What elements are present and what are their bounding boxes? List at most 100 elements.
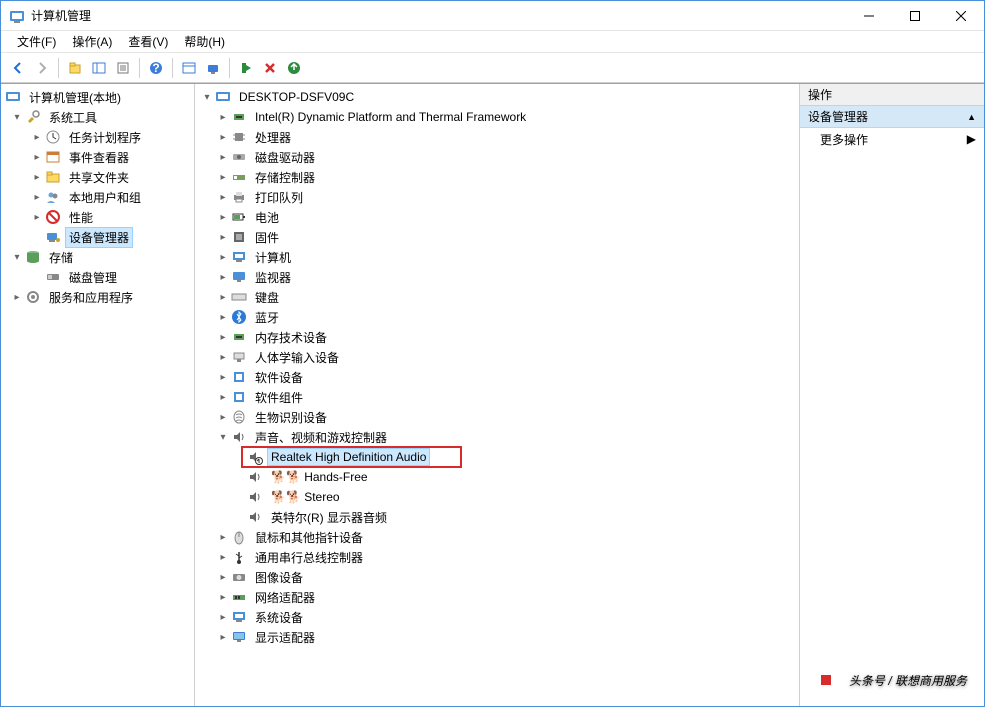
- properties-button[interactable]: [112, 57, 134, 79]
- usb-icon: [231, 549, 247, 565]
- device-disk-drives[interactable]: ▸磁盘驱动器: [195, 147, 799, 167]
- menu-action[interactable]: 操作(A): [64, 31, 120, 52]
- toolbar-btn-1[interactable]: [178, 57, 200, 79]
- show-hide-tree-button[interactable]: [88, 57, 110, 79]
- menu-help[interactable]: 帮助(H): [176, 31, 233, 52]
- device-realtek[interactable]: Realtek High Definition Audio: [195, 447, 799, 467]
- expand-icon[interactable]: ▸: [215, 269, 231, 285]
- device-system-dev[interactable]: ▸系统设备: [195, 607, 799, 627]
- expand-icon[interactable]: ▸: [215, 609, 231, 625]
- menu-file[interactable]: 文件(F): [9, 31, 64, 52]
- expand-icon[interactable]: ▸: [215, 369, 231, 385]
- collapse-icon[interactable]: ▾: [9, 249, 25, 265]
- help-button[interactable]: ?: [145, 57, 167, 79]
- expand-icon[interactable]: ▸: [29, 129, 45, 145]
- device-intel-display-audio[interactable]: 英特尔(R) 显示器音频: [195, 507, 799, 527]
- device-imaging[interactable]: ▸图像设备: [195, 567, 799, 587]
- perf-icon: [45, 209, 61, 225]
- collapse-icon[interactable]: ▾: [215, 429, 231, 445]
- expand-icon[interactable]: ▸: [215, 589, 231, 605]
- expand-icon[interactable]: ▸: [215, 409, 231, 425]
- expand-icon[interactable]: ▸: [215, 289, 231, 305]
- device-monitors[interactable]: ▸监视器: [195, 267, 799, 287]
- device-stereo[interactable]: 🐕🐕 Stereo: [195, 487, 799, 507]
- expand-icon[interactable]: ▸: [9, 289, 25, 305]
- expand-icon[interactable]: ▸: [215, 629, 231, 645]
- device-mice[interactable]: ▸鼠标和其他指针设备: [195, 527, 799, 547]
- device-tree-pane[interactable]: ▾ DESKTOP-DSFV09C ▸Intel(R) Dynamic Plat…: [195, 84, 800, 706]
- expand-icon[interactable]: ▸: [215, 209, 231, 225]
- device-intel-dpt[interactable]: ▸Intel(R) Dynamic Platform and Thermal F…: [195, 107, 799, 127]
- device-keyboards[interactable]: ▸键盘: [195, 287, 799, 307]
- tree-storage[interactable]: ▾ 存储: [1, 247, 194, 267]
- expand-icon[interactable]: ▸: [215, 109, 231, 125]
- device-storage-ctrl[interactable]: ▸存储控制器: [195, 167, 799, 187]
- device-processors[interactable]: ▸处理器: [195, 127, 799, 147]
- enable-button[interactable]: [235, 57, 257, 79]
- menu-view[interactable]: 查看(V): [120, 31, 176, 52]
- device-hands-free[interactable]: 🐕🐕 Hands-Free: [195, 467, 799, 487]
- expand-icon[interactable]: ▸: [29, 169, 45, 185]
- expand-icon[interactable]: ▸: [215, 249, 231, 265]
- expand-icon[interactable]: ▸: [29, 209, 45, 225]
- device-root[interactable]: ▾ DESKTOP-DSFV09C: [195, 87, 799, 107]
- scan-button[interactable]: [202, 57, 224, 79]
- up-button[interactable]: [64, 57, 86, 79]
- device-computer[interactable]: ▸计算机: [195, 247, 799, 267]
- device-usb-ctrl[interactable]: ▸通用串行总线控制器: [195, 547, 799, 567]
- forward-button[interactable]: [31, 57, 53, 79]
- device-biometric[interactable]: ▸生物识别设备: [195, 407, 799, 427]
- tree-local-users[interactable]: ▸本地用户和组: [1, 187, 194, 207]
- mouse-icon: [231, 529, 247, 545]
- expand-icon[interactable]: ▸: [215, 129, 231, 145]
- expand-icon[interactable]: ▸: [215, 169, 231, 185]
- device-display-adapters[interactable]: ▸显示适配器: [195, 627, 799, 647]
- expand-icon[interactable]: ▸: [215, 389, 231, 405]
- tree-services-apps[interactable]: ▸ 服务和应用程序: [1, 287, 194, 307]
- device-bluetooth[interactable]: ▸蓝牙: [195, 307, 799, 327]
- battery-icon: [231, 209, 247, 225]
- maximize-button[interactable]: [892, 1, 938, 30]
- expand-icon[interactable]: ▸: [215, 549, 231, 565]
- tree-system-tools[interactable]: ▾ 系统工具: [1, 107, 194, 127]
- collapse-icon[interactable]: ▾: [199, 89, 215, 105]
- tree-disk-mgmt[interactable]: 磁盘管理: [1, 267, 194, 287]
- expand-icon[interactable]: ▸: [215, 529, 231, 545]
- device-network[interactable]: ▸网络适配器: [195, 587, 799, 607]
- expand-icon[interactable]: ▸: [215, 189, 231, 205]
- tree-task-scheduler[interactable]: ▸任务计划程序: [1, 127, 194, 147]
- disable-button[interactable]: [259, 57, 281, 79]
- more-actions-item[interactable]: 更多操作 ▶: [800, 128, 984, 150]
- tree-device-manager[interactable]: ▸设备管理器: [1, 227, 194, 247]
- device-soft-devices[interactable]: ▸软件设备: [195, 367, 799, 387]
- device-firmware[interactable]: ▸固件: [195, 227, 799, 247]
- computer-icon: [215, 89, 231, 105]
- device-hid[interactable]: ▸人体学输入设备: [195, 347, 799, 367]
- tree-root[interactable]: 计算机管理(本地): [1, 87, 194, 107]
- expand-icon[interactable]: ▸: [215, 329, 231, 345]
- left-pane[interactable]: 计算机管理(本地) ▾ 系统工具 ▸任务计划程序▸事件查看器▸共享文件夹▸本地用…: [1, 84, 195, 706]
- device-memory-tech[interactable]: ▸内存技术设备: [195, 327, 799, 347]
- minimize-button[interactable]: [846, 1, 892, 30]
- expand-icon[interactable]: ▸: [215, 309, 231, 325]
- expand-icon[interactable]: ▸: [29, 189, 45, 205]
- close-button[interactable]: [938, 1, 984, 30]
- device-soft-components[interactable]: ▸软件组件: [195, 387, 799, 407]
- device-print-queues[interactable]: ▸打印队列: [195, 187, 799, 207]
- expand-icon[interactable]: ▸: [215, 149, 231, 165]
- tree-event-viewer[interactable]: ▸事件查看器: [1, 147, 194, 167]
- expand-icon[interactable]: ▸: [215, 349, 231, 365]
- device-sound[interactable]: ▾声音、视频和游戏控制器: [195, 427, 799, 447]
- expand-icon[interactable]: ▸: [215, 569, 231, 585]
- expand-icon[interactable]: ▸: [215, 229, 231, 245]
- back-button[interactable]: [7, 57, 29, 79]
- tree-shared-folders[interactable]: ▸共享文件夹: [1, 167, 194, 187]
- separator: [229, 58, 230, 78]
- separator: [58, 58, 59, 78]
- actions-section[interactable]: 设备管理器 ▲: [800, 106, 984, 128]
- device-batteries[interactable]: ▸电池: [195, 207, 799, 227]
- update-driver-button[interactable]: [283, 57, 305, 79]
- collapse-icon[interactable]: ▾: [9, 109, 25, 125]
- expand-icon[interactable]: ▸: [29, 149, 45, 165]
- tree-performance[interactable]: ▸性能: [1, 207, 194, 227]
